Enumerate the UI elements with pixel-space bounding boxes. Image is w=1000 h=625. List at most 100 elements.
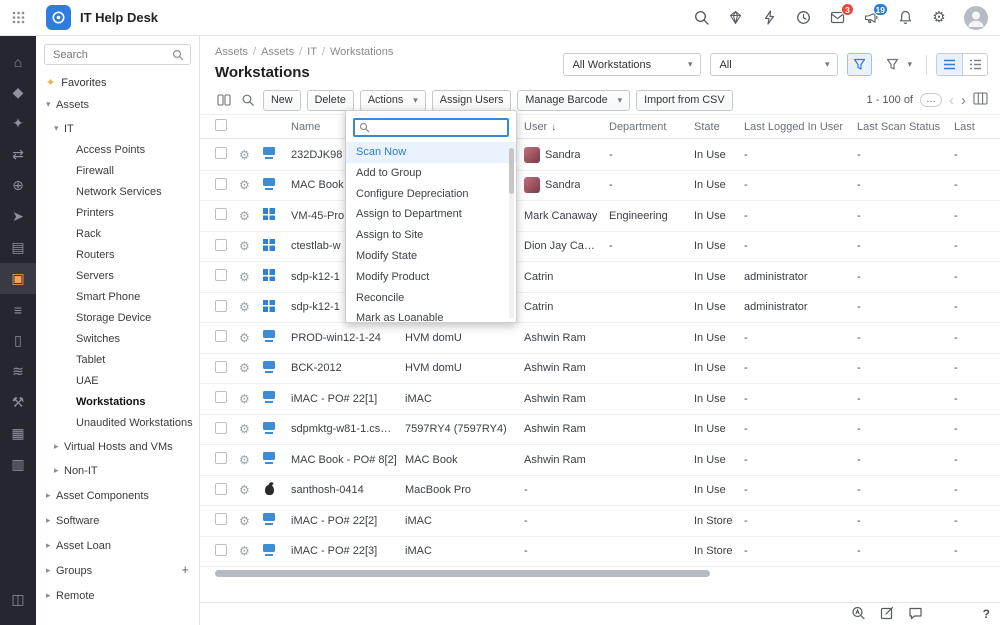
tree-item[interactable]: Firewall + <box>36 160 199 181</box>
tree-item[interactable]: Switches + <box>36 328 199 349</box>
filter-menu-button[interactable]: ▾ <box>881 53 917 76</box>
asset-name-link[interactable]: santhosh-0414 <box>291 484 405 496</box>
column-chooser-icon[interactable] <box>973 92 988 108</box>
menu-item[interactable]: Modify State <box>346 246 516 267</box>
actions-button[interactable]: Actions▾ <box>360 90 426 111</box>
tree-item[interactable]: Rack + <box>36 223 199 244</box>
row-checkbox[interactable] <box>215 391 227 403</box>
asset-name-link[interactable]: BCK-2012 <box>291 362 405 374</box>
row-checkbox[interactable] <box>215 300 227 312</box>
assets-icon[interactable]: ▣ <box>0 263 36 294</box>
asset-name-link[interactable]: iMAC - PO# 22[2] <box>291 515 405 527</box>
asset-name-link[interactable]: iMAC - PO# 22[3] <box>291 545 405 557</box>
tree-item[interactable]: ▸ Virtual Hosts and VMs + <box>36 436 199 457</box>
import-csv-button[interactable]: Import from CSV <box>636 90 732 111</box>
find-text-icon[interactable] <box>851 606 866 623</box>
history-icon[interactable] <box>794 9 812 27</box>
row-settings-icon[interactable]: ⚙ <box>239 331 250 345</box>
row-settings-icon[interactable]: ⚙ <box>239 483 250 497</box>
menu-item[interactable]: Modify Product <box>346 267 516 288</box>
tree-item[interactable]: Tablet + <box>36 349 199 370</box>
row-checkbox[interactable] <box>215 178 227 190</box>
quick-actions-icon[interactable] <box>760 9 778 27</box>
row-settings-icon[interactable]: ⚙ <box>239 178 250 192</box>
card-view-icon[interactable] <box>215 94 233 106</box>
asset-name-link[interactable]: PROD-win12-1-24 <box>291 332 405 344</box>
tree-item[interactable]: Workstations + <box>36 391 199 412</box>
sidebar-search[interactable] <box>44 44 191 65</box>
row-settings-icon[interactable]: ⚙ <box>239 361 250 375</box>
user-avatar-menu[interactable] <box>964 6 988 30</box>
row-checkbox[interactable] <box>215 452 227 464</box>
filter-button[interactable] <box>847 53 872 76</box>
prev-page-button[interactable]: ‹ <box>949 93 954 108</box>
announcements-icon[interactable]: 19 <box>862 9 880 27</box>
row-checkbox[interactable] <box>215 513 227 525</box>
tree-item[interactable]: Routers + <box>36 244 199 265</box>
row-settings-icon[interactable]: ⚙ <box>239 300 250 314</box>
reports-icon[interactable]: ▦ <box>0 418 36 449</box>
tree-item[interactable]: Servers + <box>36 265 199 286</box>
chat-icon[interactable] <box>908 606 923 623</box>
feedback-icon[interactable] <box>880 606 894 623</box>
delete-button[interactable]: Delete <box>307 90 354 111</box>
breadcrumb-item[interactable]: IT <box>307 46 330 58</box>
favorites-row[interactable]: ✦ Favorites <box>36 69 199 90</box>
tree-item[interactable]: Smart Phone + <box>36 286 199 307</box>
select-all-checkbox[interactable] <box>215 119 227 131</box>
tree-item[interactable]: Unaudited Workstations + <box>36 412 199 433</box>
settings-icon[interactable]: ⚙ <box>930 9 948 27</box>
menu-scrollbar-thumb[interactable] <box>509 148 514 194</box>
tree-item[interactable]: Access Points + <box>36 139 199 160</box>
detail-view-button[interactable] <box>962 54 987 75</box>
column-header-user[interactable]: User↓ <box>524 121 609 133</box>
home-icon[interactable]: ⌂ <box>0 46 36 77</box>
scope-select[interactable]: All ▾ <box>710 53 838 76</box>
tree-item[interactable]: UAE + <box>36 370 199 391</box>
add-group-icon[interactable]: + <box>181 562 189 577</box>
row-checkbox[interactable] <box>215 361 227 373</box>
table-search-icon[interactable] <box>239 93 257 107</box>
requests-icon[interactable]: ✦ <box>0 108 36 139</box>
menu-item[interactable]: Assign to Department <box>346 204 516 225</box>
breadcrumb-item[interactable]: Workstations <box>330 46 393 58</box>
menu-item[interactable]: Scan Now <box>346 142 516 163</box>
manage-barcode-button[interactable]: Manage Barcode▾ <box>517 90 630 111</box>
row-settings-icon[interactable]: ⚙ <box>239 514 250 528</box>
column-header-state[interactable]: State <box>694 121 744 133</box>
tree-item[interactable]: ▸ Groups + <box>36 560 199 581</box>
barcode-icon[interactable]: ≋ <box>0 356 36 387</box>
horizontal-scrollbar[interactable] <box>215 570 710 577</box>
row-checkbox[interactable] <box>215 544 227 556</box>
total-count-button[interactable]: … <box>920 93 942 107</box>
row-settings-icon[interactable]: ⚙ <box>239 209 250 223</box>
analytics-icon[interactable]: ▥ <box>0 449 36 480</box>
tree-item[interactable]: ▸ Asset Loan + <box>36 535 199 556</box>
tree-item[interactable]: ▸ Remote + <box>36 585 199 606</box>
column-header-last[interactable]: Last <box>954 121 1000 133</box>
asset-name-link[interactable]: MAC Book - PO# 8[2] <box>291 454 405 466</box>
menu-search-input[interactable] <box>373 121 503 135</box>
row-settings-icon[interactable]: ⚙ <box>239 453 250 467</box>
row-settings-icon[interactable]: ⚙ <box>239 148 250 162</box>
column-header-last-logged-in-user[interactable]: Last Logged In User <box>744 121 857 133</box>
assign-users-button[interactable]: Assign Users <box>432 90 512 111</box>
sidebar-search-input[interactable] <box>51 48 168 62</box>
tree-item[interactable]: ▸ Asset Components + <box>36 485 199 506</box>
tree-item[interactable]: Storage Device + <box>36 307 199 328</box>
menu-item[interactable]: Mark as Loanable <box>346 308 516 323</box>
releases-icon[interactable]: ➤ <box>0 201 36 232</box>
tree-item[interactable]: ▸ Software + <box>36 510 199 531</box>
breadcrumb-item[interactable]: Assets <box>215 46 261 58</box>
app-logo[interactable] <box>46 5 71 30</box>
next-page-button[interactable]: › <box>961 93 966 108</box>
dashboard-icon[interactable]: ◆ <box>0 77 36 108</box>
changes-icon[interactable]: ⇄ <box>0 139 36 170</box>
new-button[interactable]: New <box>263 90 301 111</box>
row-checkbox[interactable] <box>215 208 227 220</box>
row-checkbox[interactable] <box>215 147 227 159</box>
tree-item[interactable]: Network Services + <box>36 181 199 202</box>
collection-select[interactable]: All Workstations ▾ <box>563 53 701 76</box>
row-settings-icon[interactable]: ⚙ <box>239 392 250 406</box>
tree-item[interactable]: ▸ Non-IT + <box>36 460 199 481</box>
